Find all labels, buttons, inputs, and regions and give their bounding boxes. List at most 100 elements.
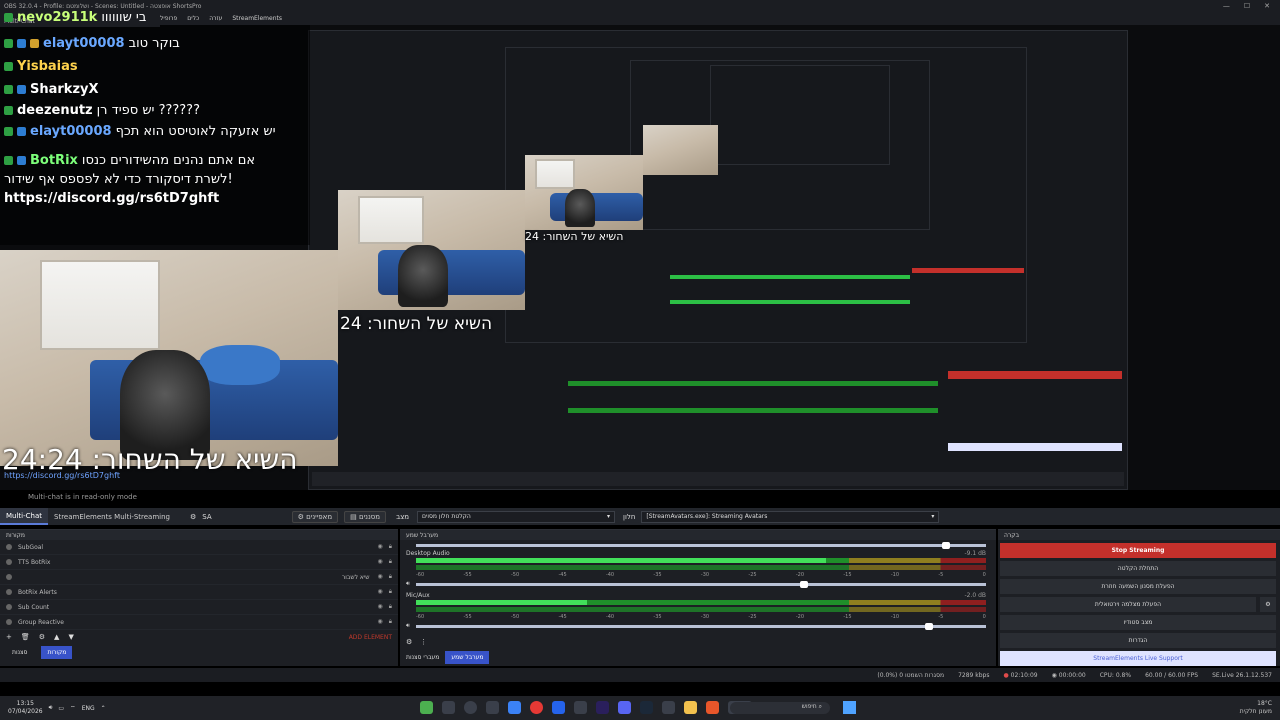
sources-dock-header: מקורות [0, 530, 398, 540]
close-icon[interactable]: ✕ [1264, 2, 1270, 10]
chevron-up-icon[interactable]: ⌃ [101, 705, 106, 712]
tab-multi-chat[interactable]: Multi-Chat [0, 508, 48, 525]
tab-scenes[interactable]: סצנות [6, 646, 33, 659]
lock-icon[interactable]: 🔒︎ [389, 588, 392, 596]
app-icon[interactable] [508, 701, 521, 714]
windows-start-icon[interactable] [843, 701, 856, 714]
chrome-icon[interactable] [530, 701, 543, 714]
source-item[interactable]: BotRix Alerts ◉ 🔒︎ [0, 585, 398, 600]
webcam-image-medium [338, 190, 525, 310]
discord-icon[interactable] [618, 701, 631, 714]
trash-icon[interactable]: 🗑︎ [21, 633, 30, 641]
move-down-icon[interactable]: ▼ [68, 633, 73, 641]
settings-button[interactable]: הגדרות [1000, 633, 1276, 648]
move-up-icon[interactable]: ▲ [54, 633, 59, 641]
replay-buffer-button[interactable]: הפעלת מסנון השמעה חוזרת [1000, 579, 1276, 594]
volume-slider-knob[interactable] [925, 623, 933, 630]
clock[interactable]: 13:15 07/04/2026 [8, 700, 43, 716]
eye-icon[interactable]: ◉ [378, 573, 383, 581]
tab-audio-mixer[interactable]: מערבל שמע [445, 651, 490, 664]
more-options-icon[interactable]: ⋮ [420, 638, 427, 646]
app-icon[interactable] [552, 701, 565, 714]
speaker-icon[interactable]: 🔊︎ [406, 622, 410, 630]
app-icon[interactable] [486, 701, 499, 714]
taskbar-search[interactable]: חיפוש ⌕ [730, 702, 830, 714]
source-gear-icon[interactable]: ⚙ [190, 513, 196, 521]
app-icon[interactable] [420, 701, 433, 714]
volume-slider-knob[interactable] [942, 542, 951, 549]
weather-widget[interactable]: 18°C מעונן חלקית [1240, 700, 1272, 716]
volume-slider[interactable] [416, 581, 986, 588]
filters-button[interactable]: ▤ מסננים [344, 510, 387, 523]
meter-tick-label: -15 [843, 572, 852, 578]
track-name: Mic/Aux [406, 592, 430, 599]
eye-icon[interactable]: ◉ [378, 603, 383, 611]
source-item[interactable]: TTS BotRix ◉ 🔒︎ [0, 555, 398, 570]
brave-icon[interactable] [706, 701, 719, 714]
properties-icon: ⚙ [297, 512, 307, 521]
add-icon[interactable]: + [6, 633, 12, 641]
window-select[interactable]: [StreamAvatars.exe]: Streaming Avatars ▾ [641, 510, 940, 523]
menu-item-profile[interactable]: פרופיל [160, 15, 177, 22]
gear-icon[interactable]: ⚙ [39, 633, 45, 641]
app-icon[interactable] [662, 701, 675, 714]
add-element-button[interactable]: ADD ELEMENT [349, 634, 392, 641]
lock-icon[interactable]: 🔒︎ [389, 558, 392, 566]
monitor-icon[interactable]: ▭ [58, 705, 64, 712]
start-recording-button[interactable]: התחלת הקלטה [1000, 561, 1276, 576]
premiere-icon[interactable] [596, 701, 609, 714]
virtual-camera-settings-icon[interactable]: ⚙ [1260, 597, 1276, 612]
properties-button[interactable]: ⚙ מאפיינים [291, 510, 339, 523]
volume-slider[interactable] [416, 542, 986, 549]
folder-icon[interactable] [684, 701, 697, 714]
source-item[interactable]: Sub Count ◉ 🔒︎ [0, 600, 398, 615]
chat-text: יש אזעקה לאוטיסט הוא תכף [115, 124, 276, 139]
language-indicator[interactable]: ENG [82, 705, 95, 712]
virtual-camera-button[interactable]: הפעלת מצלמה וירטואלית [1000, 597, 1256, 612]
maximize-icon[interactable]: ☐ [1244, 2, 1250, 10]
tab-sources[interactable]: מקורות [41, 645, 73, 659]
menu-item-help[interactable]: עזרה [209, 15, 222, 22]
meter-tick-label: -40 [605, 572, 615, 578]
capture-mode-select[interactable]: הקלטת חלון מסוים ▾ [417, 510, 616, 523]
obs-icon[interactable] [464, 701, 477, 714]
tab-streamelements-multistreaming[interactable]: StreamElements Multi-Streaming [48, 508, 176, 525]
stop-streaming-button[interactable]: Stop Streaming [1000, 543, 1276, 558]
chevron-down-icon: ▾ [931, 513, 935, 520]
lock-icon[interactable]: 🔒︎ [389, 603, 392, 611]
speaker-icon[interactable]: 🔊︎ [406, 580, 410, 588]
source-icon [6, 619, 12, 625]
speaker-icon[interactable]: 🔊︎ [49, 704, 53, 712]
app-icon[interactable] [574, 701, 587, 714]
source-item[interactable]: שיא לשבור ◉ 🔒︎ [0, 570, 398, 585]
eye-icon[interactable]: ◉ [378, 543, 383, 551]
webcam-image-tiny [643, 125, 718, 175]
studio-mode-button[interactable]: מצב סטודיו [1000, 615, 1276, 630]
tab-scene-transitions[interactable]: מעברי סצנות [400, 651, 445, 664]
moderator-badge-icon [4, 127, 13, 136]
menu-item-streamelements[interactable]: StreamElements [232, 15, 282, 22]
eye-icon[interactable]: ◉ [378, 588, 383, 596]
source-name: TTS BotRix [18, 558, 51, 566]
minimize-icon[interactable]: — [1223, 2, 1230, 10]
eye-icon[interactable]: ◉ [378, 618, 383, 626]
source-item[interactable]: Group Reactive ◉ 🔒︎ [0, 615, 398, 630]
eye-icon[interactable]: ◉ [378, 558, 383, 566]
app-icon[interactable] [442, 701, 455, 714]
lock-icon[interactable]: 🔒︎ [389, 573, 392, 581]
lock-icon[interactable]: 🔒︎ [389, 543, 392, 551]
se-live-support-button[interactable]: StreamElements Live Support [1000, 651, 1276, 666]
lock-icon[interactable]: 🔒︎ [389, 618, 392, 626]
chevron-down-icon: ▾ [607, 513, 611, 520]
chat-link-small[interactable]: https://discord.gg/rs6tD7ghft [4, 471, 120, 480]
menu-item-tools[interactable]: כלים [187, 15, 199, 22]
meter-tick-label: -20 [795, 614, 805, 620]
gear-icon[interactable]: ⚙ [406, 638, 412, 646]
steam-icon[interactable] [640, 701, 653, 714]
meter-tick-label: -30 [700, 572, 710, 578]
wifi-icon[interactable]: ⌔ [70, 704, 76, 712]
volume-slider[interactable] [416, 623, 986, 630]
volume-slider-knob[interactable] [799, 581, 808, 588]
chat-link[interactable]: https://discord.gg/rs6tD7ghft [4, 191, 219, 206]
source-item[interactable]: SubGoal ◉ 🔒︎ [0, 540, 398, 555]
